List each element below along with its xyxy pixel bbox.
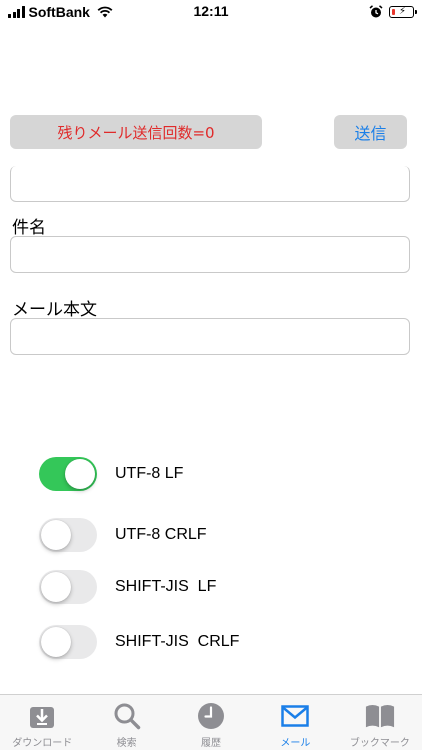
search-icon	[112, 701, 142, 731]
utf8-lf-toggle[interactable]	[39, 457, 97, 491]
book-icon	[365, 701, 395, 731]
encoding-option-sjis-crlf: SHIFT-JIS CRLF	[39, 624, 239, 660]
tab-mail[interactable]: メール	[253, 695, 337, 750]
charging-icon: ⚡	[399, 6, 407, 17]
tab-download[interactable]: ダウンロード	[0, 695, 84, 750]
encoding-option-utf8-crlf: UTF-8 CRLF	[39, 517, 207, 553]
sjis-crlf-toggle[interactable]	[39, 625, 97, 659]
tab-search[interactable]: 検索	[84, 695, 168, 750]
status-right: ⚡	[369, 3, 417, 21]
tab-download-label: ダウンロード	[12, 738, 73, 749]
battery-level	[391, 8, 395, 15]
encoding-option-utf8-lf: UTF-8 LF	[39, 456, 183, 492]
tab-mail-label: メール	[280, 738, 311, 749]
body-label: メール本文	[12, 300, 97, 320]
sjis-lf-label: SHIFT-JIS LF	[115, 578, 217, 595]
subject-field[interactable]	[10, 236, 410, 273]
remaining-count-button[interactable]: 残りメール送信回数=0	[10, 115, 262, 149]
encoding-option-sjis-lf: SHIFT-JIS LF	[39, 569, 216, 605]
alarm-icon	[369, 5, 383, 18]
subject-label: 件名	[12, 218, 46, 238]
tab-history-label: 履歴	[201, 738, 222, 749]
battery-icon: ⚡	[389, 6, 417, 18]
body-field[interactable]	[10, 318, 410, 355]
clock-icon	[196, 701, 226, 731]
utf8-crlf-label: UTF-8 CRLF	[115, 526, 207, 543]
tab-history[interactable]: 履歴	[169, 695, 253, 750]
address-field[interactable]	[10, 166, 410, 202]
utf8-lf-label: UTF-8 LF	[115, 465, 184, 482]
utf8-crlf-toggle[interactable]	[39, 518, 97, 552]
tab-bookmark-label: ブックマーク	[349, 738, 410, 749]
status-time: 12:11	[193, 3, 229, 19]
tab-bar: ダウンロード 検索 履歴 メール ブックマーク	[0, 694, 422, 750]
tab-search-label: 検索	[116, 738, 137, 749]
download-icon	[27, 701, 57, 731]
tab-bookmark[interactable]: ブックマーク	[338, 695, 422, 750]
status-bar: SoftBank 12:11 ⚡	[0, 0, 422, 24]
send-button[interactable]: 送信	[334, 115, 407, 149]
sjis-crlf-label: SHIFT-JIS CRLF	[115, 633, 240, 650]
sjis-lf-toggle[interactable]	[39, 570, 97, 604]
mail-icon	[280, 701, 310, 731]
